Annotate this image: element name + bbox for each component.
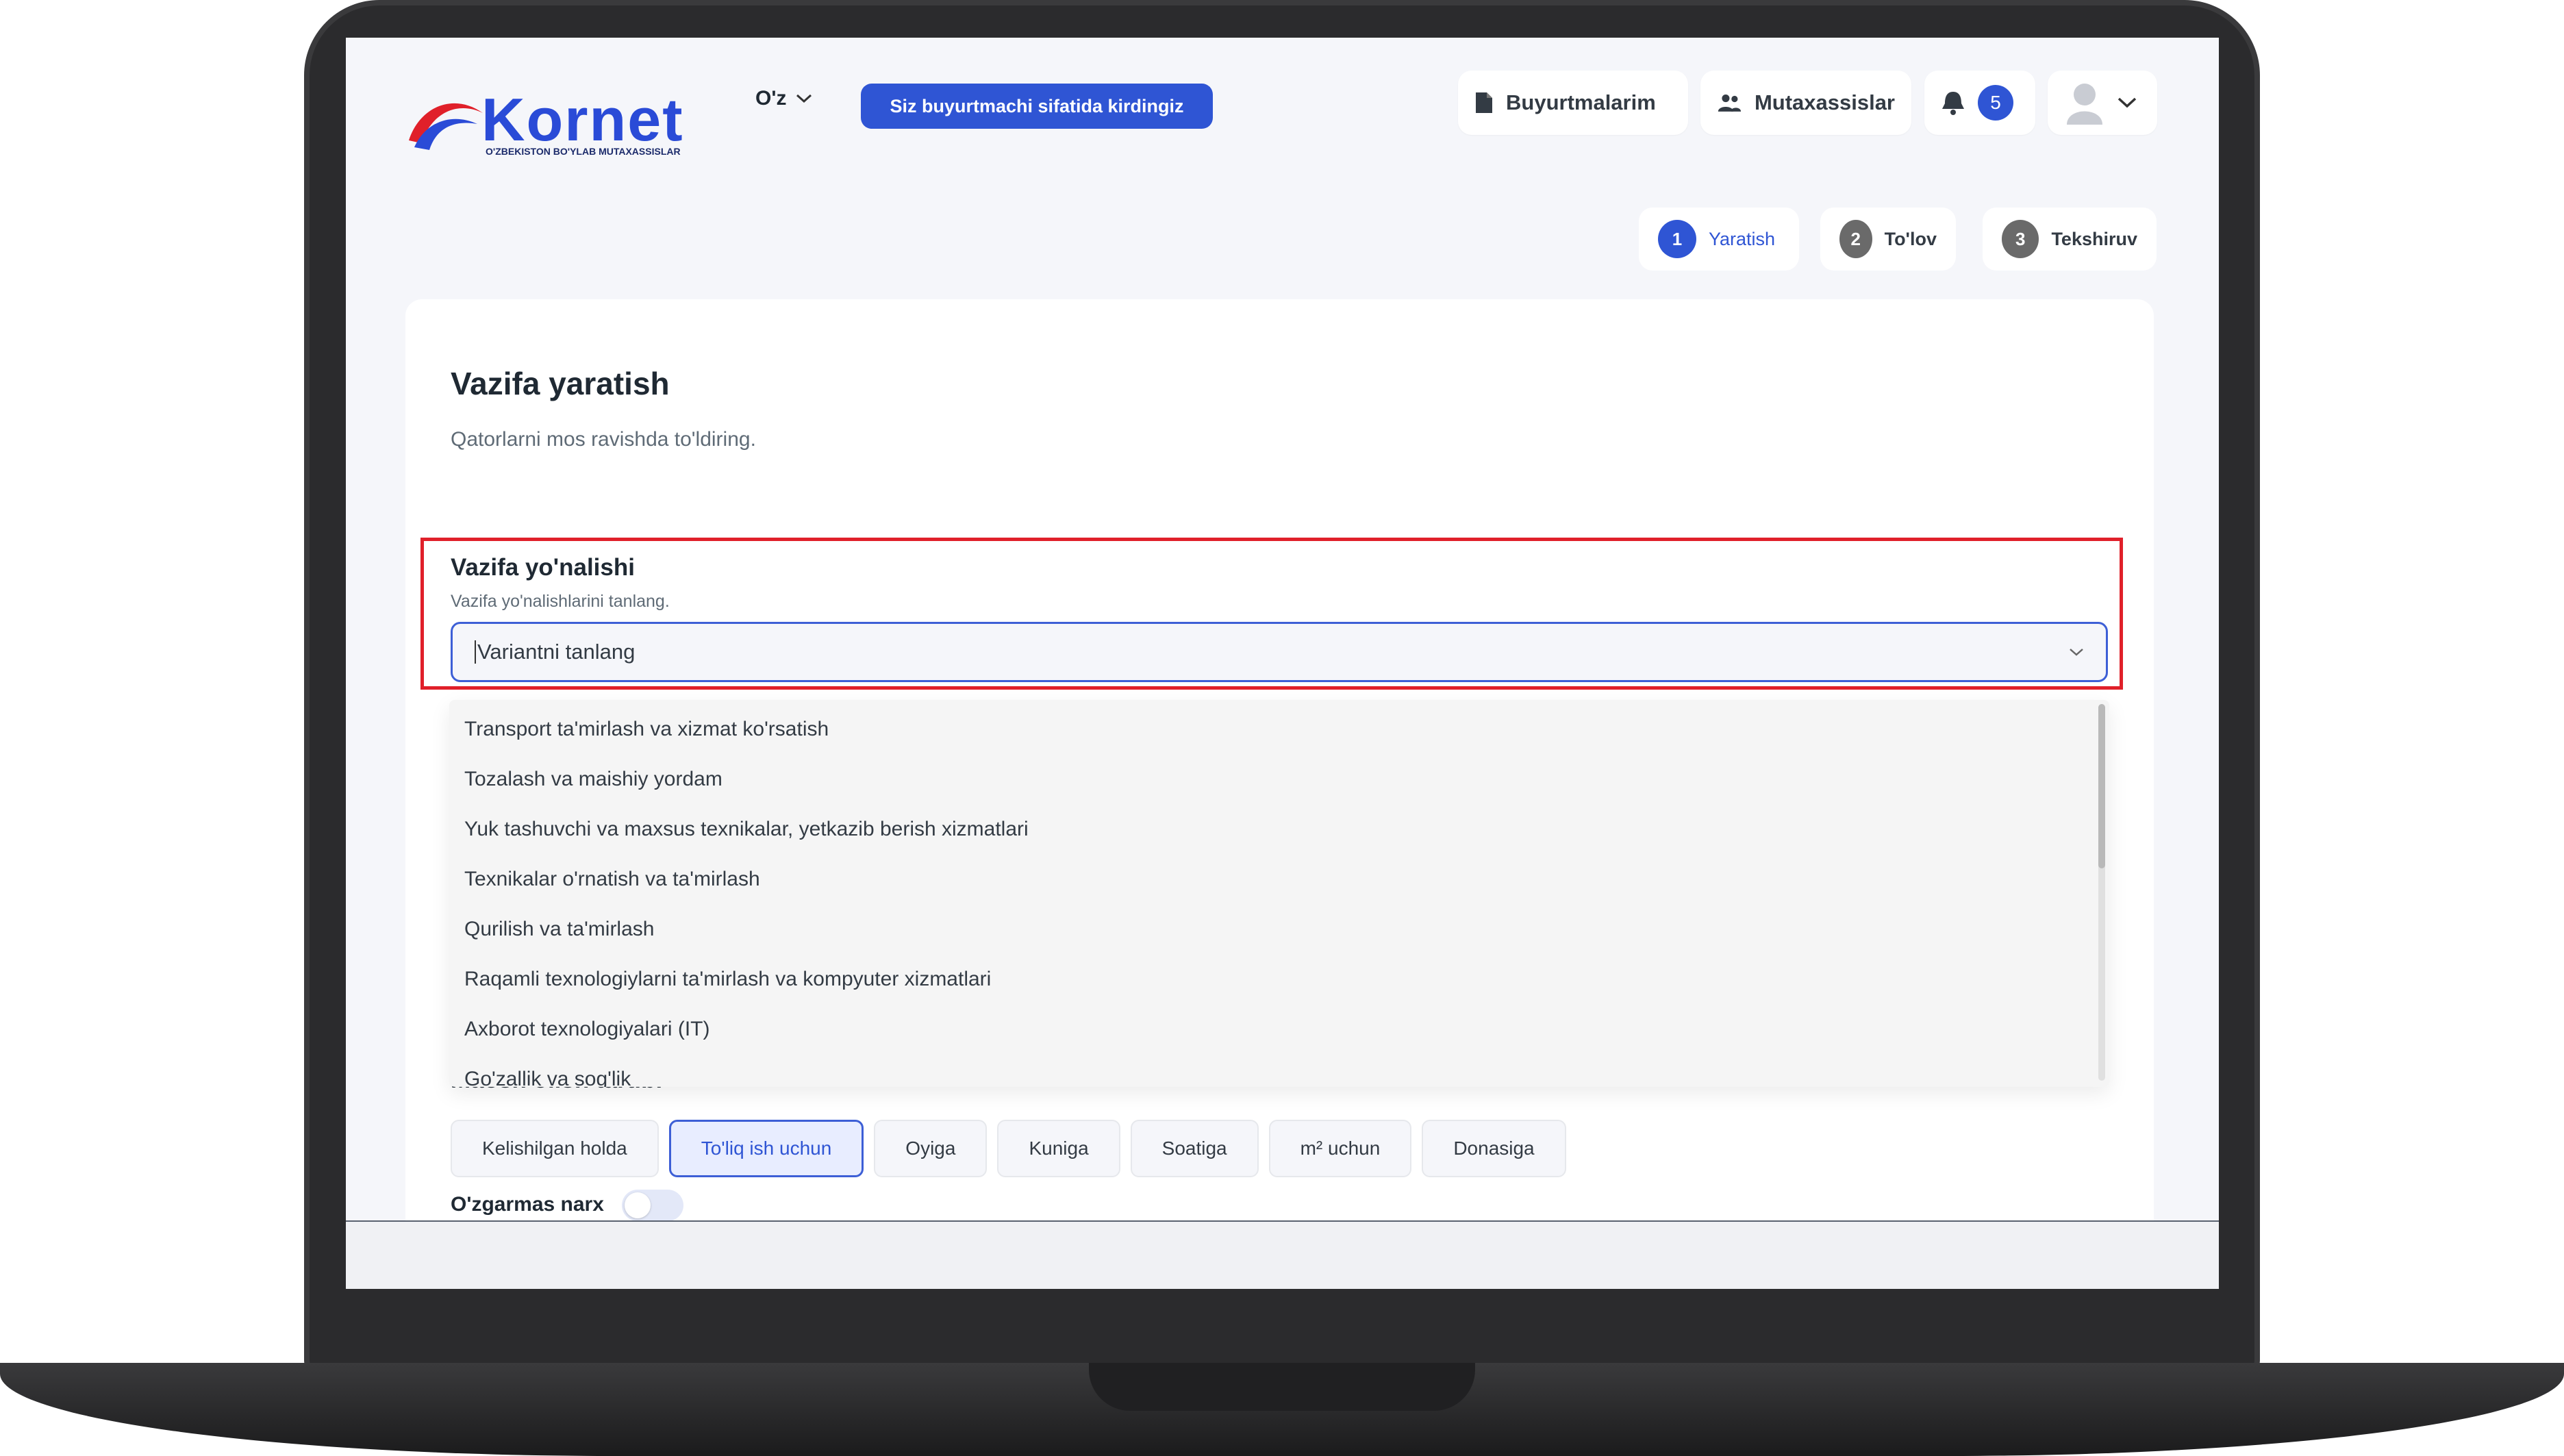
step-create[interactable]: 1 Yaratish xyxy=(1639,208,1799,271)
payment-option-full-job[interactable]: To'liq ish uchun xyxy=(668,1120,864,1177)
payment-option-monthly[interactable]: Oyiga xyxy=(874,1120,988,1177)
payment-option-negotiable[interactable]: Kelishilgan holda xyxy=(451,1120,659,1177)
scrollbar-thumb[interactable] xyxy=(2098,704,2105,868)
chevron-down-icon xyxy=(796,94,812,103)
dropdown-option[interactable]: Yuk tashuvchi va maxsus texnikalar, yetk… xyxy=(449,804,2109,854)
dropdown-option[interactable]: Tozalash va maishiy yordam xyxy=(449,754,2109,804)
laptop-notch xyxy=(1089,1363,1475,1411)
step-number: 3 xyxy=(2002,220,2039,258)
screen-bottom-area xyxy=(346,1220,2219,1289)
dropdown-option[interactable]: Transport ta'mirlash va xizmat ko'rsatis… xyxy=(449,704,2109,754)
specialists-button[interactable]: Mutaxassislar xyxy=(1700,71,1911,135)
notifications-count-badge: 5 xyxy=(1978,85,2013,121)
specialists-label: Mutaxassislar xyxy=(1754,90,1895,114)
profile-menu-button[interactable] xyxy=(2048,71,2157,135)
step-payment[interactable]: 2 To'lov xyxy=(1820,208,1956,271)
kornet-logo[interactable]: Kornet O'ZBEKISTON BO'YLAB MUTAXASSISLAR xyxy=(406,65,721,168)
direction-hint: Vazifa yo'nalishlarini tanlang. xyxy=(451,592,670,611)
language-selector[interactable]: O'z xyxy=(755,87,812,110)
step-label: Tekshiruv xyxy=(2051,228,2137,249)
text-cursor xyxy=(475,640,476,664)
payment-option-per-piece[interactable]: Donasiga xyxy=(1422,1120,1566,1177)
language-label: O'z xyxy=(755,87,787,110)
avatar-icon xyxy=(2067,84,2102,125)
users-icon xyxy=(1718,94,1742,112)
bell-icon xyxy=(1942,92,1964,115)
chevron-down-icon xyxy=(2117,97,2137,108)
task-form-card: Vazifa yaratish Qatorlarni mos ravishda … xyxy=(405,299,2154,1258)
logo-text: Kornet xyxy=(481,86,684,153)
notifications-button[interactable]: 5 xyxy=(1924,71,2035,135)
role-badge[interactable]: Siz buyurtmachi sifatida kirdingiz xyxy=(861,84,1213,129)
step-number: 1 xyxy=(1658,220,1696,258)
direction-select[interactable]: Variantni tanlang xyxy=(451,622,2108,682)
direction-placeholder: Variantni tanlang xyxy=(477,640,636,664)
step-label: Yaratish xyxy=(1709,228,1776,249)
dropdown-option[interactable]: Raqamli texnologiylarni ta'mirlash va ko… xyxy=(449,954,2109,1004)
step-label: To'lov xyxy=(1884,228,1937,249)
direction-label: Vazifa yo'nalishi xyxy=(451,554,635,581)
fixed-price-label: O'zgarmas narx xyxy=(451,1193,604,1216)
payment-options: Kelishilgan holda To'liq ish uchun Oyiga… xyxy=(451,1120,1566,1177)
payment-option-daily[interactable]: Kuniga xyxy=(997,1120,1120,1177)
step-number: 2 xyxy=(1839,220,1872,258)
logo-swoosh-icon xyxy=(409,103,483,150)
page-title: Vazifa yaratish xyxy=(451,366,670,401)
document-icon xyxy=(1476,92,1492,113)
dropdown-option[interactable]: Go'zallik va sog'lik xyxy=(449,1054,2109,1088)
logo-tagline: O'ZBEKISTON BO'YLAB MUTAXASSISLAR xyxy=(486,146,681,157)
dropdown-option[interactable]: Axborot texnologiyalari (IT) xyxy=(449,1004,2109,1054)
toggle-knob xyxy=(625,1192,651,1218)
payment-option-per-m2[interactable]: m² uchun xyxy=(1268,1120,1412,1177)
page-subtitle: Qatorlarni mos ravishda to'ldiring. xyxy=(451,428,756,451)
payment-option-hourly[interactable]: Soatiga xyxy=(1130,1120,1259,1177)
dropdown-scrollbar[interactable] xyxy=(2098,704,2105,1081)
chevron-down-icon xyxy=(2070,649,2083,656)
my-orders-label: Buyurtmalarim xyxy=(1506,90,1656,114)
direction-dropdown-list: Transport ta'mirlash va xizmat ko'rsatis… xyxy=(449,700,2109,1087)
dropdown-option[interactable]: Texnikalar o'rnatish va ta'mirlash xyxy=(449,854,2109,904)
fixed-price-toggle[interactable] xyxy=(622,1190,683,1221)
my-orders-button[interactable]: Buyurtmalarim xyxy=(1458,71,1688,135)
step-review[interactable]: 3 Tekshiruv xyxy=(1983,208,2157,271)
app-screen: Kornet O'ZBEKISTON BO'YLAB MUTAXASSISLAR… xyxy=(346,38,2219,1289)
dropdown-option[interactable]: Qurilish va ta'mirlash xyxy=(449,904,2109,954)
